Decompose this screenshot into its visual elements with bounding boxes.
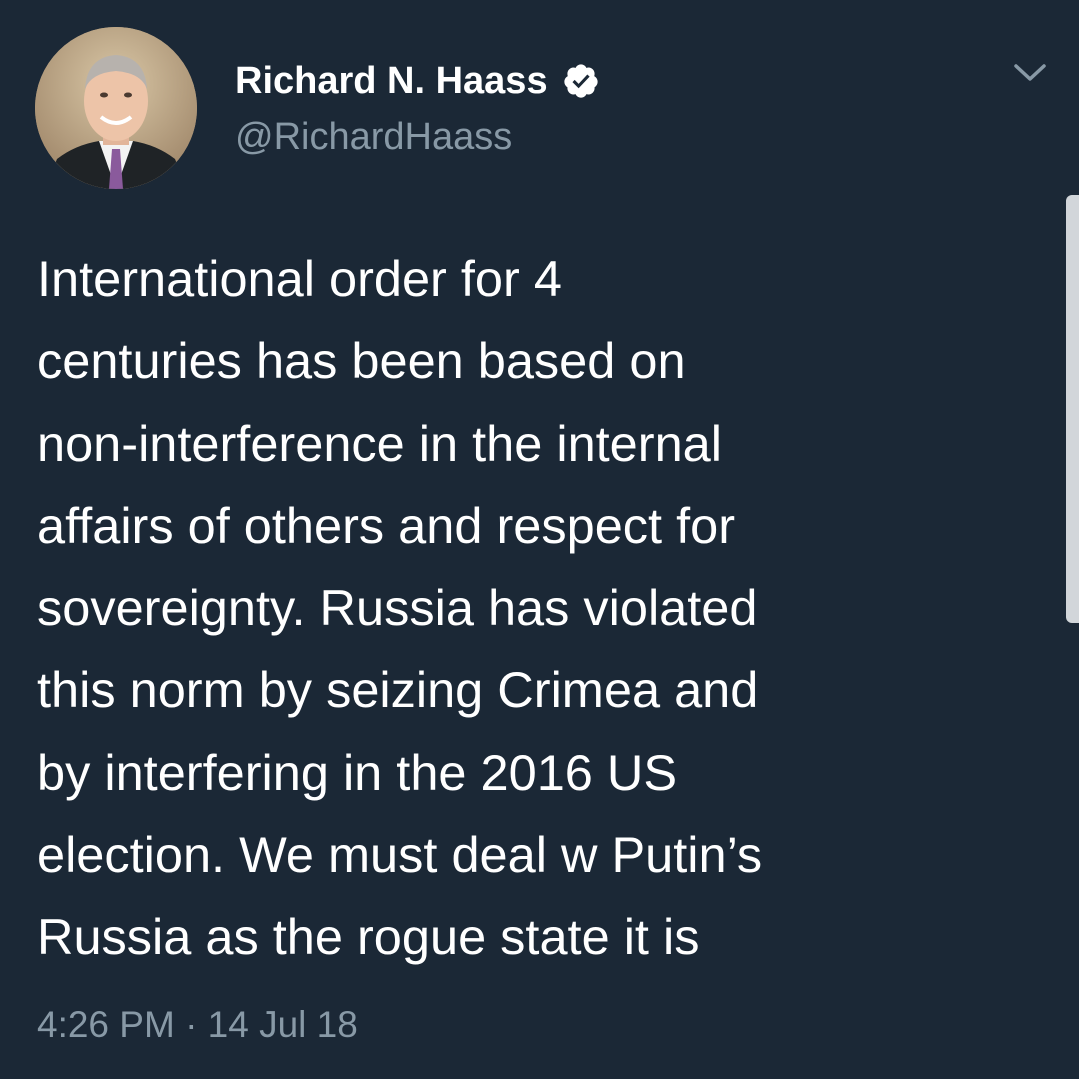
tweet-text-line: by interfering in the 2016 US (37, 743, 678, 801)
chevron-down-icon[interactable] (1012, 58, 1048, 86)
display-name[interactable]: Richard N. Haass (235, 60, 548, 103)
profile-photo (35, 27, 197, 189)
tweet-text-line: election. We must deal w Putin’s (37, 826, 763, 884)
tweet-card: Richard N. Haass @RichardHaass Internati… (0, 0, 1079, 1079)
tweet-text-line: non-interference in the internal (37, 414, 722, 472)
name-row: Richard N. Haass (235, 54, 600, 108)
tweet-text-line: Russia as the rogue state it is (37, 908, 700, 966)
tweet-text-line: International order for 4 (37, 250, 562, 307)
verified-badge-icon (562, 62, 600, 100)
tweet-text-line: centuries has been based on (37, 332, 686, 390)
tweet-text-line: this norm by seizing Crimea and (37, 661, 759, 719)
tweet-timestamp[interactable]: 4:26 PM · 14 Jul 18 (37, 1004, 358, 1046)
tweet-text-line: sovereignty. Russia has violated (37, 579, 758, 637)
tweet-text-line: affairs of others and respect for (37, 496, 736, 554)
scrollbar-thumb[interactable] (1066, 195, 1079, 623)
tweet-text: International order for 4 centuries has … (37, 238, 1047, 979)
user-handle[interactable]: @RichardHaass (235, 116, 512, 159)
avatar[interactable] (35, 27, 197, 189)
